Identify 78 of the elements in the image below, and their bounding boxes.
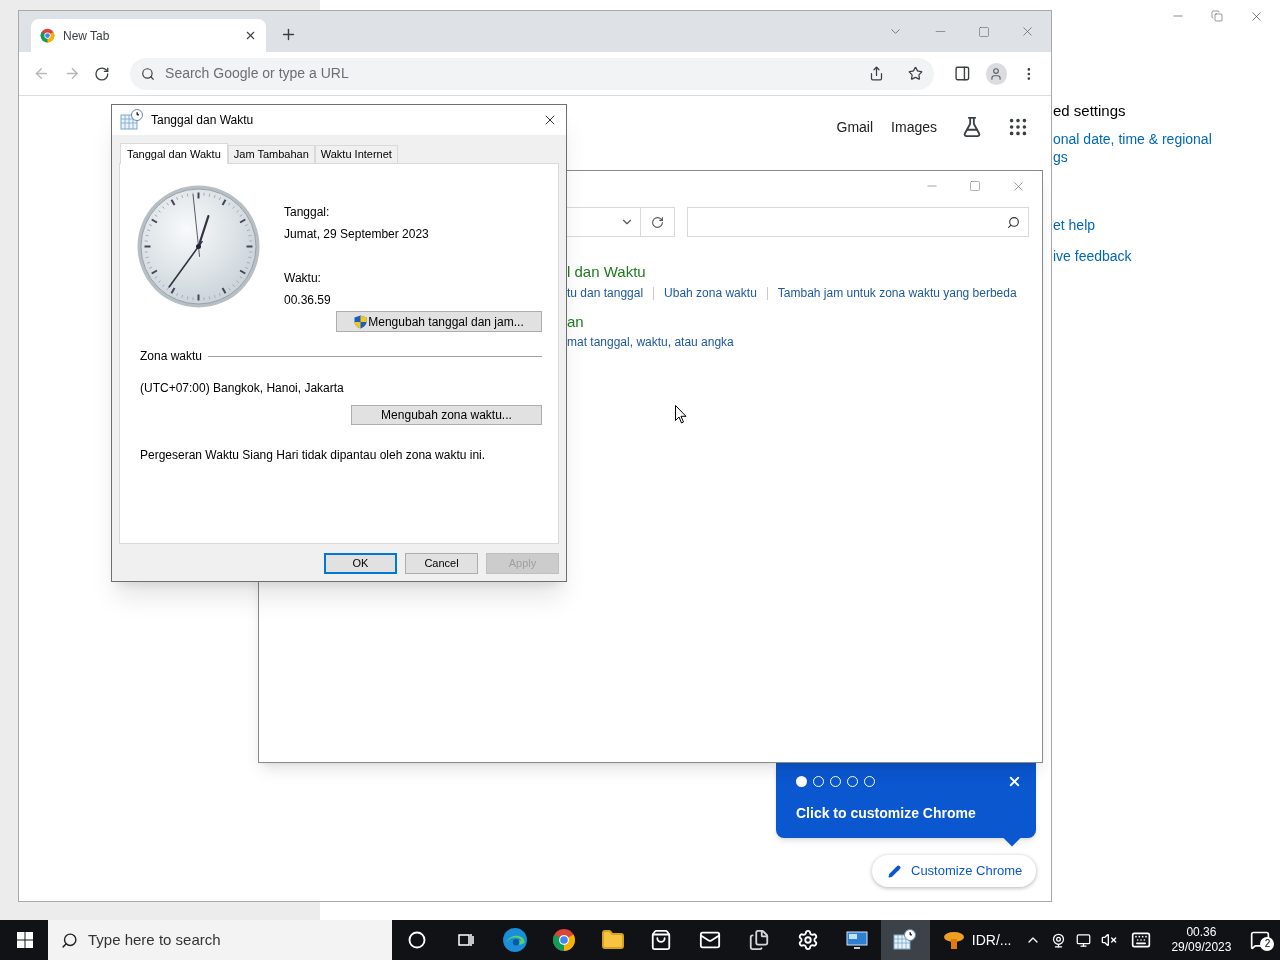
webcam-icon[interactable] — [1051, 932, 1067, 948]
shield-icon — [354, 314, 368, 329]
volume-muted-icon[interactable] — [1101, 932, 1118, 948]
date-value: Jumat, 29 September 2023 — [284, 226, 430, 243]
address-field[interactable]: Search Google or type a URL — [165, 63, 860, 84]
flask-icon[interactable] — [961, 116, 983, 138]
date-label: Tanggal: — [284, 204, 331, 221]
close-icon[interactable] — [1007, 774, 1022, 789]
category-title[interactable]: an — [567, 313, 1042, 331]
calendar-clock-icon — [120, 109, 144, 131]
dialog-tab[interactable]: Tanggal dan Waktu — [120, 143, 228, 164]
task-link[interactable]: mat tanggal, waktu, atau angka — [567, 333, 1042, 351]
settings-link[interactable]: onal date, time & regional — [1053, 130, 1280, 148]
refresh-button[interactable] — [641, 207, 675, 237]
search-icon — [1007, 215, 1020, 229]
refresh-icon — [651, 215, 664, 229]
round-logo-icon — [551, 928, 576, 952]
settings-icon — [796, 929, 819, 951]
monitor-icon — [845, 931, 868, 949]
section-heading: ed settings — [1053, 102, 1127, 120]
start-icon[interactable] — [17, 932, 33, 948]
taskbar-button[interactable] — [880, 920, 930, 960]
envelope-icon — [699, 929, 722, 951]
time-label: Waktu: — [284, 270, 322, 287]
time-value: 00.36.59 — [284, 292, 332, 309]
omnibox[interactable]: Search Google or type a URL — [130, 57, 935, 90]
notifications-icon[interactable] — [1250, 930, 1271, 950]
customize-chrome-button[interactable]: Customize Chrome — [872, 855, 1036, 887]
search-field[interactable]: Type here to search — [88, 928, 392, 952]
promo-text: Click to customize Chrome — [796, 804, 977, 823]
share-icon[interactable] — [869, 66, 885, 81]
wave-logo-icon — [502, 927, 528, 953]
header-link[interactable]: Images — [891, 116, 937, 138]
dialog-button[interactable]: OK — [324, 553, 397, 574]
section-heading: Zona waktu — [140, 348, 203, 365]
settings-link[interactable]: gs — [1053, 148, 1280, 166]
change-date-time-button[interactable]: Mengubah tanggal dan jam... — [336, 311, 542, 332]
keyboard-icon[interactable] — [1131, 930, 1152, 950]
new-tab-icon[interactable] — [280, 26, 297, 43]
dialog-tab[interactable]: Waktu Internet — [314, 145, 398, 163]
taskbar-search-box[interactable]: Type here to search — [48, 920, 392, 960]
close-tab-icon[interactable] — [244, 29, 257, 42]
cursor-icon — [675, 405, 687, 424]
dialog-title: Tanggal dan Waktu — [151, 112, 255, 129]
circle-icon — [408, 931, 427, 949]
task-view-icon — [457, 931, 476, 949]
reload-icon[interactable] — [94, 65, 111, 82]
dialog-button[interactable]: Cancel — [405, 553, 478, 574]
calendar-clock-icon — [893, 929, 918, 951]
profile-icon[interactable] — [985, 62, 1008, 85]
documents-icon — [747, 929, 770, 951]
timezone-value: (UTC+07:00) Bangkok, Hanoi, Jakarta — [139, 380, 345, 397]
apps-grid-icon[interactable] — [1007, 116, 1029, 138]
folder-icon — [600, 928, 625, 952]
dialog-tab[interactable]: Jam Tambahan — [227, 145, 315, 163]
help-link[interactable]: ive feedback — [1053, 247, 1280, 265]
header-link[interactable]: Gmail — [836, 116, 874, 138]
favicon-icon — [40, 28, 55, 43]
network-icon[interactable] — [1076, 932, 1092, 948]
task-link[interactable]: Ubah zona waktu — [664, 284, 757, 302]
notification-count: 2 — [1260, 937, 1275, 951]
help-link[interactable]: et help — [1053, 216, 1280, 234]
search-icon — [61, 931, 78, 949]
browser-tab[interactable]: New Tab — [31, 19, 266, 52]
side-panel-icon[interactable] — [954, 65, 971, 82]
dst-note: Pergeseran Waktu Siang Hari tidak dipantau oleh zona waktu ini. — [139, 447, 487, 464]
currency-icon[interactable] — [941, 929, 966, 951]
change-timezone-button[interactable]: Mengubah zona waktu... — [351, 405, 542, 425]
bookmark-star-icon[interactable] — [908, 66, 924, 81]
clock-button[interactable]: 00.36 29/09/2023 — [1166, 925, 1237, 955]
tray-label[interactable]: IDR/... — [971, 929, 1012, 951]
pencil-icon — [888, 864, 901, 878]
task-link[interactable]: tu dan tanggal — [567, 284, 644, 302]
search-icon — [141, 66, 156, 81]
category-title[interactable]: l dan Waktu — [567, 263, 1042, 281]
search-field[interactable] — [687, 207, 1029, 237]
shopping-bag-icon — [650, 929, 673, 951]
task-link[interactable]: Tambah jam untuk zona waktu yang berbeda — [777, 284, 1017, 302]
